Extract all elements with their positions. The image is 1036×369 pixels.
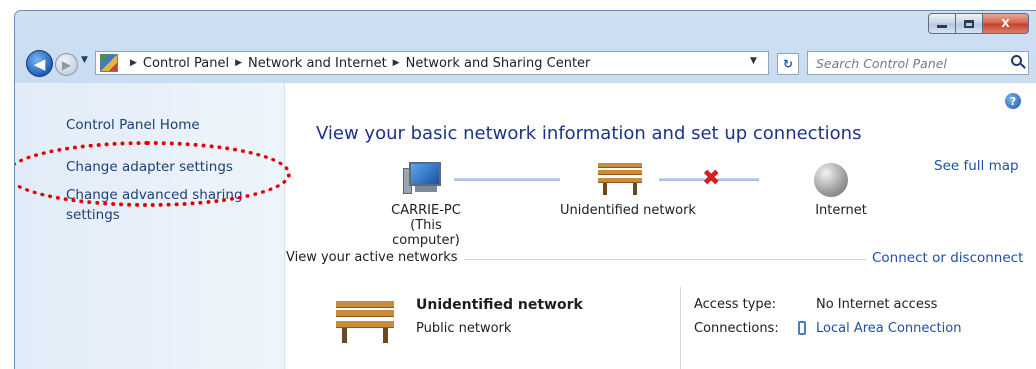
vertical-divider [680,287,681,369]
main-panel: ? View your basic network information an… [286,83,1036,369]
globe-icon[interactable] [814,163,848,197]
breadcrumb-separator[interactable]: ▶ [393,58,400,68]
forward-button[interactable]: ▶ [55,53,78,76]
active-networks-heading: View your active networks [286,250,464,265]
active-network-type[interactable]: Public network [416,321,511,336]
recent-pages-button[interactable]: ▼ [81,55,88,65]
breadcrumb-separator[interactable]: ▶ [130,58,137,68]
back-arrow-icon: ◀ [33,54,46,73]
refresh-icon: ↻ [782,57,794,71]
minimize-button[interactable] [928,13,956,34]
address-bar[interactable]: ▶ Control Panel ▶ Network and Internet ▶… [95,51,769,75]
bench-plank [336,301,394,308]
close-icon: X [1001,17,1010,30]
access-type-label: Access type: [694,297,777,312]
connection-line [454,178,560,181]
internet-label: Internet [815,203,867,218]
bench-network-icon[interactable] [598,163,642,195]
computer-icon[interactable] [403,162,443,196]
lan-connection-icon [798,321,806,335]
computer-name: CARRIE-PC [391,203,461,218]
computer-screen [409,162,441,186]
bench-plank [598,170,642,175]
search-input[interactable]: Search Control Panel [807,51,1029,75]
map-node-internet: Internet [796,203,886,218]
page-title: View your basic network information and … [316,123,862,144]
window-controls: X [928,13,1029,35]
computer-base [415,186,437,192]
bench-leg [342,328,347,343]
window: X ◀ ▶ ▼ ▶ Control Panel ▶ Network and In… [14,10,1036,369]
bench-network-icon[interactable] [336,301,394,343]
chevron-down-icon: ▼ [81,55,88,65]
breadcrumb-network-sharing-center[interactable]: Network and Sharing Center [406,56,591,71]
bench-leg [383,328,388,343]
content-area: Control Panel Home Change adapter settin… [15,83,1036,369]
network-name: Unidentified network [560,203,696,218]
sidebar: Control Panel Home Change adapter settin… [15,83,285,369]
see-full-map-link[interactable]: See full map [934,158,1019,174]
bench-plank [336,310,394,317]
refresh-button[interactable]: ↻ [777,53,799,75]
connect-or-disconnect-link[interactable]: Connect or disconnect [866,250,1024,266]
maximize-button[interactable] [956,13,983,34]
sidebar-item-control-panel-home[interactable]: Control Panel Home [66,117,200,133]
map-node-computer: CARRIE-PC (This computer) [376,203,476,248]
control-panel-icon [100,54,118,72]
search-placeholder: Search Control Panel [816,55,947,71]
computer-subtitle: (This computer) [392,218,460,248]
highlight-annotation-oval [15,141,291,207]
address-dropdown-icon[interactable]: ▼ [750,56,757,66]
maximize-icon [964,19,974,28]
connections-label: Connections: [694,321,779,336]
breadcrumb-control-panel[interactable]: Control Panel [143,56,229,71]
access-type-value: No Internet access [816,297,938,312]
active-network-name: Unidentified network [416,297,583,313]
bench-plank [598,163,642,168]
local-area-connection-link[interactable]: Local Area Connection [816,321,961,336]
forward-arrow-icon: ▶ [61,57,72,72]
search-icon[interactable] [1011,55,1022,66]
title-bar: X [15,11,1036,45]
breadcrumb-separator[interactable]: ▶ [235,58,242,68]
map-node-network: Unidentified network [548,203,708,218]
minimize-icon [937,25,947,28]
bench-leg [603,183,607,195]
navigation-bar: ◀ ▶ ▼ ▶ Control Panel ▶ Network and Inte… [15,47,1036,81]
bench-leg [633,183,637,195]
bench-seat [336,321,394,328]
help-glyph: ? [1009,94,1017,108]
breadcrumb-network-and-internet[interactable]: Network and Internet [248,56,387,71]
broken-connection-icon[interactable]: ✖ [702,166,720,191]
back-button[interactable]: ◀ [26,50,53,77]
close-button[interactable]: X [983,13,1029,34]
help-icon[interactable]: ? [1005,93,1021,109]
